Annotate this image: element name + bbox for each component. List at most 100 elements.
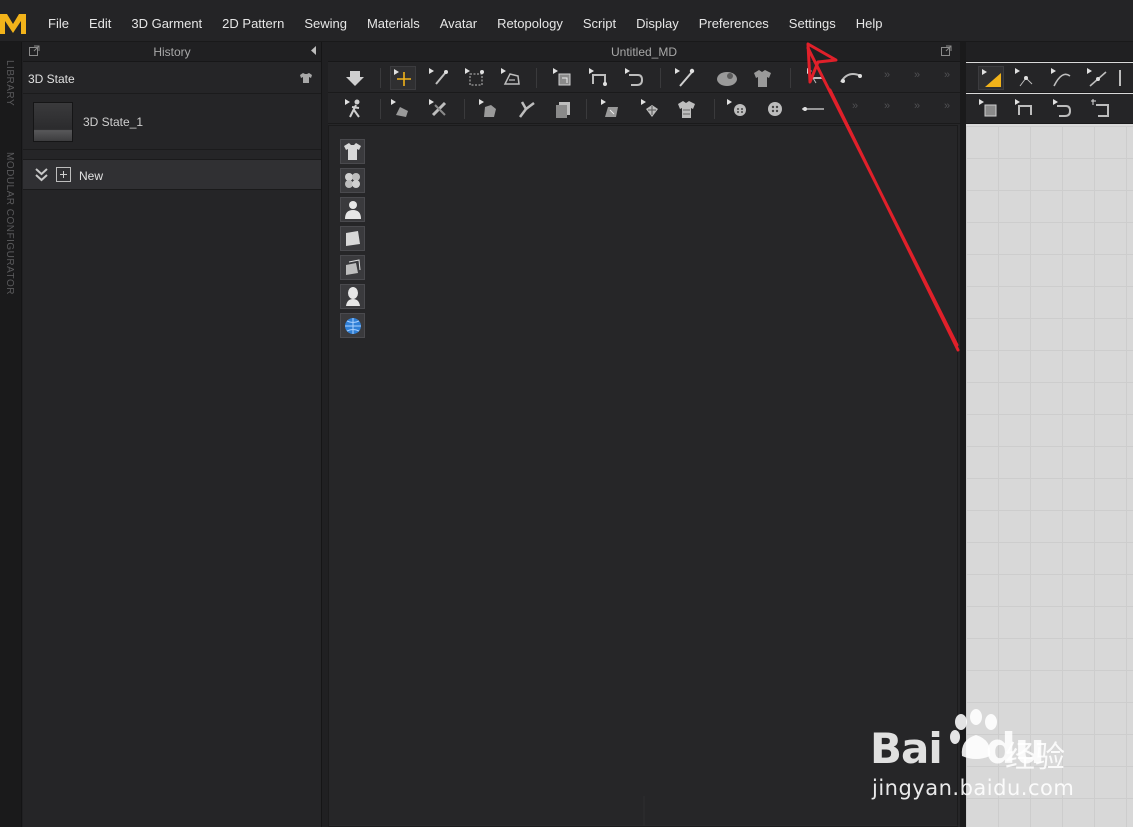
avatar-pose-icon[interactable] xyxy=(342,97,368,121)
toolbar-separator xyxy=(586,99,587,119)
segment-sewing-2d-icon[interactable] xyxy=(976,97,1002,121)
zipper-icon[interactable] xyxy=(800,97,826,121)
menu-settings[interactable]: Settings xyxy=(779,0,846,42)
history-state-item[interactable]: 3D State_1 xyxy=(23,94,321,150)
more-tools-icon[interactable] xyxy=(1116,66,1133,90)
check-sewing-icon[interactable] xyxy=(1088,97,1114,121)
menu-edit[interactable]: Edit xyxy=(79,0,121,42)
menu-materials[interactable]: Materials xyxy=(357,0,430,42)
2d-pattern-header xyxy=(966,42,1133,62)
state-item-label: 3D State_1 xyxy=(83,115,144,129)
more-tools-icon[interactable]: » xyxy=(884,69,890,81)
select-move-icon[interactable] xyxy=(390,66,416,90)
pin-icon[interactable] xyxy=(672,66,698,90)
menu-avatar[interactable]: Avatar xyxy=(430,0,487,42)
3d-display-toolbar xyxy=(340,139,366,342)
add-state-icon[interactable] xyxy=(56,167,71,182)
pattern-to-3d-icon[interactable] xyxy=(550,66,576,90)
avatar-silhouette-icon[interactable] xyxy=(340,284,365,309)
select-mesh-icon[interactable] xyxy=(426,66,452,90)
garment-state-icon[interactable] xyxy=(299,72,313,84)
3d-viewport-title: Untitled_MD xyxy=(610,45,678,59)
toolbar-separator xyxy=(660,68,661,88)
watermark-chinese: 经验 xyxy=(1005,740,1065,775)
show-layers-icon[interactable] xyxy=(340,255,365,280)
fold-arrangement-icon[interactable] xyxy=(498,66,524,90)
more-tools-icon[interactable]: » xyxy=(914,69,920,81)
edit-pattern-icon[interactable] xyxy=(978,66,1004,90)
watermark-url: jingyan.baidu.com xyxy=(872,776,1075,800)
fabric-grid-icon[interactable] xyxy=(638,97,664,121)
menu-2d-pattern[interactable]: 2D Pattern xyxy=(212,0,294,42)
menu-bar: File Edit 3D Garment 2D Pattern Sewing M… xyxy=(38,0,893,42)
free-sewing-icon[interactable] xyxy=(622,66,648,90)
toolbar-separator xyxy=(536,68,537,88)
new-state-label: New xyxy=(79,169,104,183)
collapse-left-icon[interactable] xyxy=(308,45,319,56)
3d-canvas[interactable] xyxy=(328,125,959,827)
menu-preferences[interactable]: Preferences xyxy=(689,0,779,42)
select-seamline-icon[interactable] xyxy=(476,97,502,121)
new-state-row[interactable]: New xyxy=(23,159,321,190)
state-thumbnail xyxy=(33,102,73,142)
puckering-icon[interactable] xyxy=(598,97,624,121)
edit-seamline-icon[interactable] xyxy=(514,97,540,121)
double-chevron-down-icon[interactable] xyxy=(35,168,48,182)
show-garment-icon[interactable] xyxy=(340,139,365,164)
measure-icon[interactable] xyxy=(804,66,830,90)
more-tools-icon[interactable]: » xyxy=(944,100,950,112)
menu-help[interactable]: Help xyxy=(846,0,893,42)
menu-file[interactable]: File xyxy=(38,0,79,42)
free-sewing-2d-icon[interactable] xyxy=(1012,97,1038,121)
library-tab[interactable]: LIBRARY xyxy=(4,60,15,106)
2d-toolbar-row-2 xyxy=(966,94,1133,124)
show-avatar-icon[interactable] xyxy=(340,197,365,222)
simulation-icon[interactable] xyxy=(342,66,368,90)
edit-point-icon[interactable] xyxy=(1012,66,1038,90)
menu-script[interactable]: Script xyxy=(573,0,626,42)
popout-icon[interactable] xyxy=(941,45,952,56)
transform-icon[interactable] xyxy=(462,66,488,90)
garment-pattern-icon[interactable] xyxy=(674,97,700,121)
history-panel-title: History xyxy=(153,45,191,59)
m-n-sewing-icon[interactable] xyxy=(1050,97,1076,121)
menu-retopology[interactable]: Retopology xyxy=(487,0,573,42)
3d-viewport-panel: Untitled_MD » » » » » » » xyxy=(328,42,960,827)
environment-globe-icon[interactable] xyxy=(340,313,365,338)
edit-curvature-icon[interactable] xyxy=(1048,66,1074,90)
more-tools-icon[interactable]: » xyxy=(884,100,890,112)
menu-sewing[interactable]: Sewing xyxy=(294,0,357,42)
history-panel-header: History xyxy=(23,42,321,62)
segment-sewing-icon[interactable] xyxy=(586,66,612,90)
3d-viewport-header: Untitled_MD xyxy=(328,42,960,62)
3d-toolbar-row-1: » » » xyxy=(328,63,960,93)
buttonhole-icon[interactable] xyxy=(762,97,788,121)
toolbar-separator xyxy=(380,99,381,119)
menu-3d-garment[interactable]: 3D Garment xyxy=(121,0,212,42)
side-tab-strip: LIBRARY MODULAR CONFIGURATOR xyxy=(0,42,22,827)
show-fabric-icon[interactable] xyxy=(340,168,365,193)
toolbar-separator xyxy=(790,68,791,88)
top-menu-bar: File Edit 3D Garment 2D Pattern Sewing M… xyxy=(0,0,1133,42)
history-panel: History 3D State 3D State_1 New xyxy=(23,42,322,827)
button-tool-icon[interactable] xyxy=(724,97,750,121)
garment-fit-icon[interactable] xyxy=(750,66,776,90)
menu-display[interactable]: Display xyxy=(626,0,689,42)
more-tools-icon[interactable]: » xyxy=(852,100,858,112)
show-pattern-icon[interactable] xyxy=(340,226,365,251)
edit-curve-icon[interactable] xyxy=(838,66,864,90)
floor-grid xyxy=(329,796,959,826)
md-logo-icon xyxy=(0,14,26,34)
modular-configurator-tab[interactable]: MODULAR CONFIGURATOR xyxy=(4,152,15,295)
state-section-header: 3D State xyxy=(23,62,321,94)
select-sewing-icon[interactable] xyxy=(388,97,414,121)
2d-toolbar-row-1 xyxy=(966,63,1133,93)
tack-icon[interactable] xyxy=(714,66,740,90)
layer-clone-icon[interactable] xyxy=(550,97,576,121)
more-tools-icon[interactable]: » xyxy=(914,100,920,112)
app-window: File Edit 3D Garment 2D Pattern Sewing M… xyxy=(0,0,1133,827)
edit-curve-point-icon[interactable] xyxy=(1084,66,1110,90)
edit-sewing-icon[interactable] xyxy=(426,97,452,121)
state-section-label: 3D State xyxy=(28,72,75,86)
more-tools-icon[interactable]: » xyxy=(944,69,950,81)
